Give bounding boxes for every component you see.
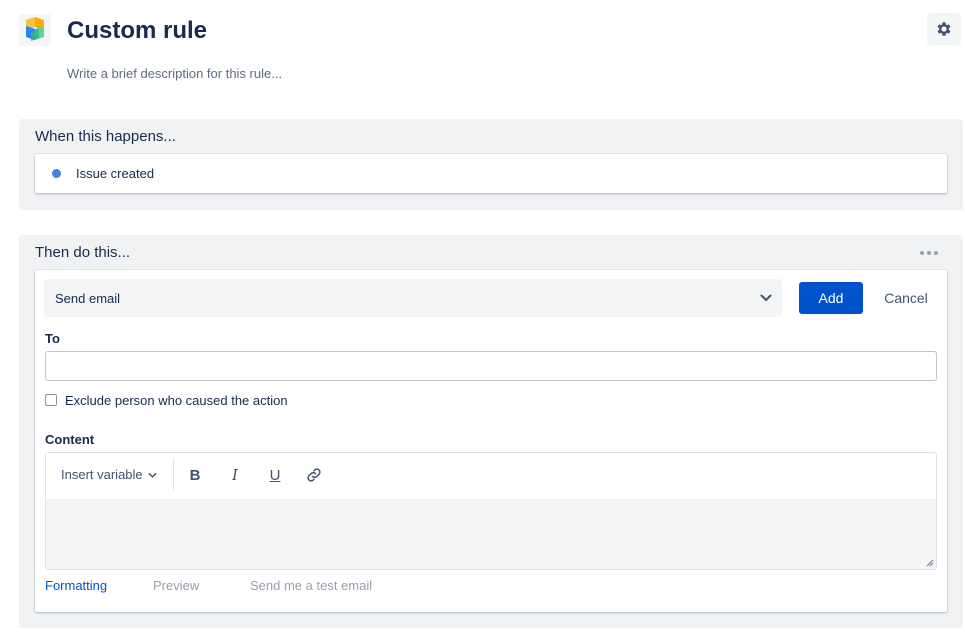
- exclude-actor-label[interactable]: Exclude person who caused the action: [65, 393, 288, 409]
- italic-button[interactable]: I: [223, 463, 247, 487]
- to-field-label: To: [45, 331, 60, 346]
- action-section-heading: Then do this...: [35, 244, 131, 261]
- send-test-email-link[interactable]: Send me a test email: [250, 578, 372, 594]
- content-editor: Insert variable B I U: [45, 452, 937, 570]
- editor-toolbar: Insert variable B I U: [46, 453, 936, 499]
- action-type-value: Send email: [55, 291, 121, 306]
- trigger-status-dot-icon: [52, 169, 61, 178]
- formatting-tab[interactable]: Formatting: [45, 578, 107, 594]
- insert-variable-dropdown[interactable]: Insert variable: [61, 467, 157, 483]
- action-type-select[interactable]: Send email: [44, 279, 782, 317]
- toolbar-divider: [173, 459, 174, 490]
- chevron-down-icon: [148, 472, 157, 478]
- bold-button[interactable]: B: [183, 463, 207, 487]
- action-card: Send email Add Cancel To Exclude person …: [35, 270, 947, 612]
- cancel-button[interactable]: Cancel: [875, 282, 937, 314]
- trigger-card[interactable]: Issue created: [35, 154, 947, 193]
- app-logo-icon: [19, 14, 51, 46]
- underline-button[interactable]: U: [263, 463, 287, 487]
- content-field-label: Content: [45, 432, 95, 447]
- trigger-section-heading: When this happens...: [35, 128, 176, 145]
- more-dot-icon: [920, 251, 924, 255]
- chevron-down-icon: [760, 294, 772, 301]
- preview-tab[interactable]: Preview: [153, 578, 199, 594]
- more-dot-icon: [934, 251, 938, 255]
- add-button[interactable]: Add: [799, 282, 863, 314]
- page-title: Custom rule: [67, 17, 208, 44]
- resize-grip-icon[interactable]: [924, 557, 934, 567]
- more-dot-icon: [927, 251, 931, 255]
- gear-icon: [937, 22, 951, 36]
- settings-button[interactable]: [927, 13, 961, 45]
- exclude-actor-checkbox[interactable]: [45, 394, 57, 406]
- trigger-section: When this happens... Issue created: [19, 119, 963, 210]
- action-section: Then do this... Send email Add Cancel To…: [19, 235, 963, 628]
- trigger-label: Issue created: [76, 166, 155, 181]
- link-button[interactable]: [302, 463, 326, 487]
- insert-variable-label: Insert variable: [61, 467, 143, 482]
- link-icon: [307, 468, 321, 482]
- more-options-button[interactable]: [915, 245, 943, 261]
- to-input[interactable]: [45, 351, 937, 381]
- content-textarea[interactable]: [46, 499, 936, 569]
- rule-description-input[interactable]: Write a brief description for this rule.…: [67, 66, 282, 82]
